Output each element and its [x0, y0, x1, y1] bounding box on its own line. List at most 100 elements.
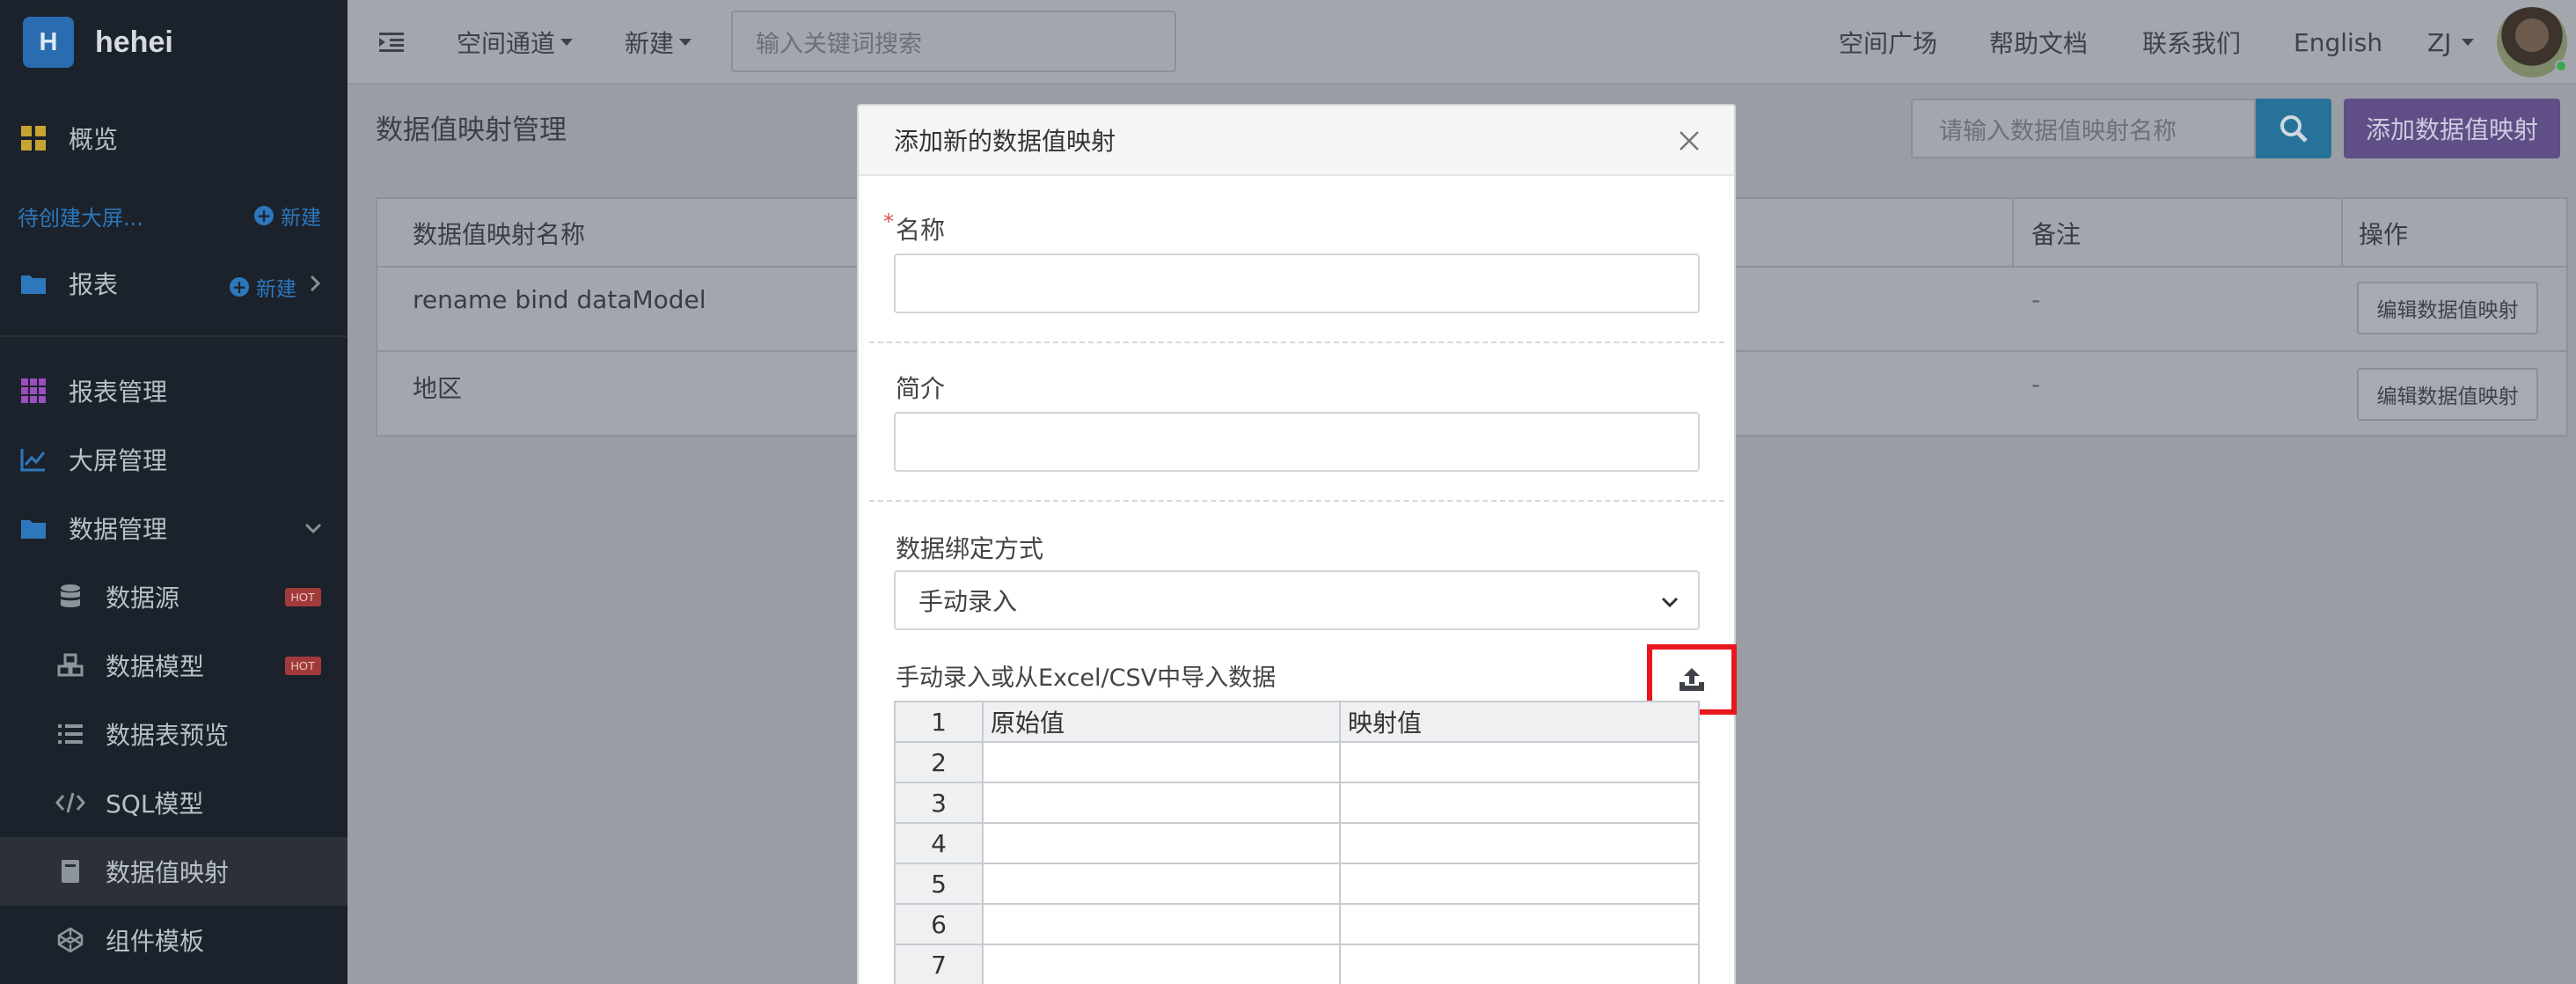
mapping-search-input[interactable]: 请输入数据值映射名称 [1911, 99, 2256, 158]
plus-circle-icon: + [254, 206, 274, 225]
search-icon [2280, 115, 2308, 143]
sidebar-toggle-button[interactable] [379, 0, 404, 84]
sidebar-item-overview[interactable]: 概览 [0, 104, 348, 173]
grid-row: 3 [894, 782, 1700, 824]
sidebar-item-datasource[interactable]: 数据源 HOT [0, 562, 348, 631]
grid-header-row: 1 原始值 映射值 [894, 701, 1700, 743]
sidebar-item-data-mgmt[interactable]: 数据管理 [0, 494, 348, 562]
description-field[interactable] [894, 412, 1700, 472]
section-divider [869, 341, 1724, 343]
grid-cell[interactable] [1339, 782, 1700, 824]
sidebar-item-sql-model[interactable]: SQL模型 [0, 768, 348, 837]
language-switch[interactable]: English [2294, 0, 2382, 84]
brand[interactable]: H hehei [0, 0, 348, 84]
grid-cell[interactable] [1339, 944, 1700, 984]
close-icon[interactable] [1676, 128, 1702, 154]
column-header-action: 操作 [2359, 220, 2409, 249]
space-channel-label: 空间通道 [457, 29, 556, 58]
sidebar-item-label: 大屏管理 [69, 446, 168, 475]
name-label: * 名称 [883, 209, 946, 246]
row-number: 5 [894, 863, 984, 905]
search-placeholder: 输入关键词搜索 [756, 30, 922, 58]
sidebar-item-reports[interactable]: 报表 + 新建 [0, 249, 348, 318]
brand-logo: H [23, 17, 74, 68]
page-title: 数据值映射管理 [376, 114, 567, 146]
row-2-note: - [2031, 370, 2041, 399]
desc-label: 简介 [896, 374, 946, 403]
grid-cell[interactable] [982, 863, 1341, 905]
new-dropdown[interactable]: 新建 [625, 0, 692, 84]
add-mapping-modal: 添加新的数据值映射 * 名称 简介 数据绑定方式 手动录入 手动录入或从Excel… [857, 104, 1737, 984]
upload-icon[interactable] [1678, 666, 1706, 693]
column-divider [2012, 199, 2014, 268]
user-dropdown[interactable]: ZJ [2427, 0, 2475, 84]
sidebar-item-screen-mgmt[interactable]: 大屏管理 [0, 425, 348, 494]
grid-cell[interactable] [982, 903, 1341, 945]
dashboard-icon [18, 122, 49, 154]
chevron-down-icon [304, 523, 322, 534]
grid-row: 4 [894, 822, 1700, 864]
grid-cell[interactable] [982, 944, 1341, 984]
search-input[interactable]: 输入关键词搜索 [731, 11, 1176, 72]
contact-link[interactable]: 联系我们 [2142, 0, 2241, 84]
sidebar-item-label: 数据表预览 [106, 721, 230, 750]
name-field[interactable] [894, 253, 1700, 313]
import-label: 手动录入或从Excel/CSV中导入数据 [896, 665, 1277, 692]
edit-mapping-button[interactable]: 编辑数据值映射 [2357, 368, 2538, 421]
grid-icon [18, 375, 49, 407]
new-report-button[interactable]: + 新建 [230, 272, 296, 302]
row-number: 2 [894, 741, 984, 783]
avatar[interactable] [2497, 7, 2567, 77]
sidebar-item-label: 组件模板 [106, 927, 205, 956]
plus-circle-icon: + [230, 277, 249, 297]
sidebar-item-label: 数据源 [106, 584, 180, 613]
hot-badge: HOT [284, 587, 321, 606]
brand-name: hehei [95, 25, 173, 59]
grid-cell[interactable] [1339, 741, 1700, 783]
grid-cell[interactable] [982, 782, 1341, 824]
add-mapping-button[interactable]: 添加数据值映射 [2344, 99, 2560, 158]
row-1-name: rename bind dataModel [413, 285, 706, 314]
pending-screen-link[interactable]: 待创建大屏... [18, 201, 143, 231]
sidebar-item-table-preview[interactable]: 数据表预览 [0, 700, 348, 768]
sidebar-item-label: 数据值映射 [106, 858, 230, 887]
grid-header-original[interactable]: 原始值 [982, 701, 1341, 743]
grid-row: 6 [894, 903, 1700, 945]
grid-cell[interactable] [1339, 822, 1700, 864]
plaza-link[interactable]: 空间广场 [1839, 0, 1937, 84]
name-label-text: 名称 [896, 216, 946, 245]
list-icon [55, 718, 86, 750]
grid-row: 7 [894, 944, 1700, 984]
section-divider [869, 500, 1724, 502]
folder-icon [18, 268, 49, 299]
help-docs-link[interactable]: 帮助文档 [1989, 0, 2088, 84]
bind-method-select[interactable]: 手动录入 [894, 570, 1700, 630]
sidebar-item-value-mapping[interactable]: 数据值映射 [0, 837, 348, 906]
folder-icon [18, 512, 49, 544]
user-name: ZJ [2427, 27, 2452, 57]
row-number: 6 [894, 903, 984, 945]
edit-mapping-button[interactable]: 编辑数据值映射 [2357, 282, 2538, 334]
grid-row: 5 [894, 863, 1700, 905]
mapping-data-grid[interactable]: 1 原始值 映射值 2 3 4 5 6 7 [894, 701, 1700, 984]
sidebar-item-report-mgmt[interactable]: 报表管理 [0, 356, 348, 425]
required-asterisk: * [883, 209, 894, 234]
online-status-dot [2555, 60, 2567, 72]
search-button[interactable] [2256, 99, 2331, 158]
new-screen-button[interactable]: + 新建 [254, 201, 321, 231]
sidebar-item-label: 报表管理 [69, 378, 168, 407]
grid-cell[interactable] [1339, 863, 1700, 905]
grid-cell[interactable] [1339, 903, 1700, 945]
bind-method-value: 手动录入 [918, 587, 1018, 616]
row-number: 7 [894, 944, 984, 984]
grid-row: 2 [894, 741, 1700, 783]
row-1-note: - [2031, 285, 2041, 314]
sidebar-item-component-template[interactable]: 组件模板 [0, 906, 348, 974]
grid-header-mapped[interactable]: 映射值 [1339, 701, 1700, 743]
modal-header: 添加新的数据值映射 [859, 106, 1734, 176]
row-number: 3 [894, 782, 984, 824]
sidebar-item-data-model[interactable]: 数据模型 HOT [0, 631, 348, 700]
space-channel-dropdown[interactable]: 空间通道 [457, 0, 574, 84]
grid-cell[interactable] [982, 741, 1341, 783]
grid-cell[interactable] [982, 822, 1341, 864]
